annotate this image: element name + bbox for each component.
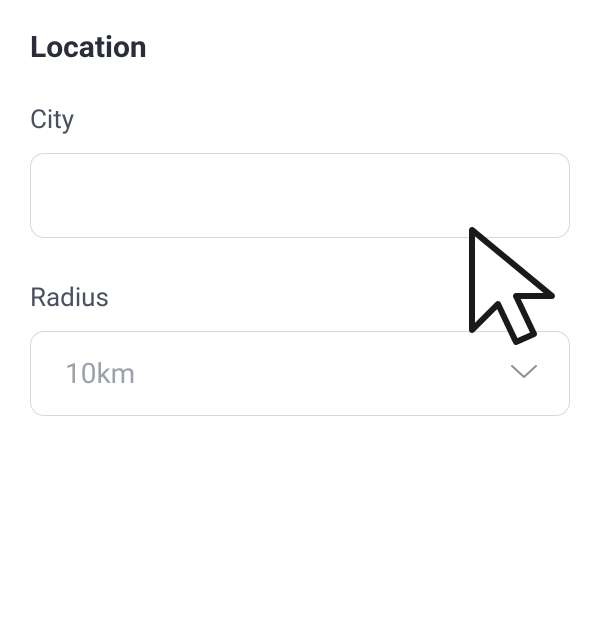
radius-select-wrapper: 10km bbox=[30, 331, 570, 416]
city-input[interactable] bbox=[30, 153, 570, 238]
city-field: City bbox=[30, 105, 570, 238]
radius-label: Radius bbox=[30, 283, 570, 313]
radius-field: Radius 10km bbox=[30, 283, 570, 416]
city-label: City bbox=[30, 105, 570, 135]
radius-select[interactable]: 10km bbox=[30, 331, 570, 416]
section-title: Location bbox=[30, 30, 570, 65]
